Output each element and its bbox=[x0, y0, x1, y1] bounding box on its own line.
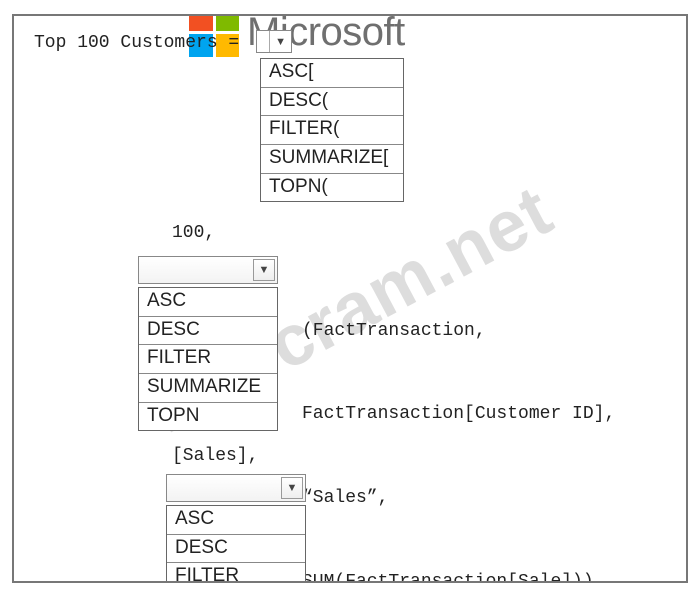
dropdown-3-option[interactable]: ASC bbox=[167, 506, 305, 535]
code-text-sales: [Sales], bbox=[172, 443, 258, 471]
chevron-down-icon: ▼ bbox=[281, 477, 303, 499]
dropdown-1-option[interactable]: FILTER( bbox=[261, 116, 403, 145]
dropdown-2-option[interactable]: FILTER bbox=[139, 345, 277, 374]
dropdown-2-options[interactable]: ASC DESC FILTER SUMMARIZE TOPN bbox=[138, 287, 278, 431]
question-frame: Microsoft freecram.net Top 100 Customers… bbox=[12, 14, 688, 583]
dropdown-3-select[interactable]: ▼ bbox=[166, 474, 306, 502]
dropdown-3-option[interactable]: DESC bbox=[167, 535, 305, 564]
dropdown-2-option[interactable]: DESC bbox=[139, 317, 277, 346]
dropdown-2-option[interactable]: TOPN bbox=[139, 403, 277, 431]
dropdown-2-wrap: ▼ bbox=[138, 256, 278, 284]
code-line: (FactTransaction, bbox=[302, 318, 615, 346]
chevron-down-icon: ▼ bbox=[253, 259, 275, 281]
dropdown-3-option[interactable]: FILTER bbox=[167, 563, 305, 583]
dropdown-3-wrap: ▼ bbox=[166, 474, 306, 502]
dropdown-2-option[interactable]: ASC bbox=[139, 288, 277, 317]
dropdown-2-select[interactable]: ▼ bbox=[138, 256, 278, 284]
measure-definition-line: Top 100 Customers = ▼ bbox=[34, 30, 292, 58]
dropdown-1-option[interactable]: SUMMARIZE[ bbox=[261, 145, 403, 174]
dropdown-1-option[interactable]: DESC( bbox=[261, 88, 403, 117]
dropdown-1-option[interactable]: ASC[ bbox=[261, 59, 403, 88]
dropdown-1-select[interactable]: ▼ bbox=[256, 30, 292, 53]
code-line: SUM(FactTransaction[Sale])), bbox=[302, 569, 615, 583]
code-line: “Sales”, bbox=[302, 485, 615, 513]
code-lines: (FactTransaction, FactTransaction[Custom… bbox=[302, 262, 615, 583]
chevron-down-icon: ▼ bbox=[269, 31, 291, 52]
code-text-100: 100, bbox=[172, 220, 215, 248]
dropdown-1-option[interactable]: TOPN( bbox=[261, 174, 403, 202]
measure-name: Top 100 Customers = bbox=[34, 30, 250, 58]
code-line: FactTransaction[Customer ID], bbox=[302, 401, 615, 429]
dropdown-2-option[interactable]: SUMMARIZE bbox=[139, 374, 277, 403]
dropdown-1-options[interactable]: ASC[ DESC( FILTER( SUMMARIZE[ TOPN( bbox=[260, 58, 404, 202]
dropdown-3-options[interactable]: ASC DESC FILTER SUMMARIZE TOPN bbox=[166, 505, 306, 583]
